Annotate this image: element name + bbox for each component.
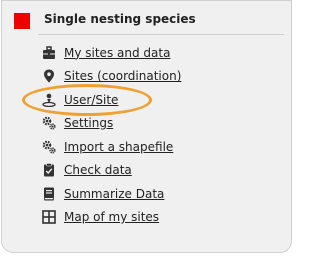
panel-header: Single nesting species	[14, 11, 196, 29]
user-location-icon	[42, 93, 56, 107]
menu-item-settings[interactable]: Settings	[42, 112, 181, 136]
menu-item-label[interactable]: Sites (coordination)	[64, 69, 181, 83]
menu-item-check-data[interactable]: Check data	[42, 159, 181, 183]
menu-item-sites-coordination[interactable]: Sites (coordination)	[42, 65, 181, 89]
book-icon	[42, 187, 56, 201]
clipboard-check-icon	[42, 163, 56, 177]
gears-icon	[42, 116, 56, 130]
menu-item-user-site[interactable]: User/Site	[42, 88, 181, 112]
menu-item-label[interactable]: Import a shapefile	[64, 140, 173, 154]
menu-item-label[interactable]: Settings	[64, 116, 113, 130]
header-divider	[38, 34, 284, 35]
menu-item-label[interactable]: My sites and data	[64, 46, 170, 60]
menu-item-import-shapefile[interactable]: Import a shapefile	[42, 135, 181, 159]
briefcase-icon	[42, 46, 56, 60]
species-panel: Single nesting species My sites and data	[1, 0, 292, 253]
menu-item-label[interactable]: Map of my sites	[64, 210, 159, 224]
species-color-marker	[14, 13, 30, 29]
gears-icon	[42, 140, 56, 154]
map-pin-icon	[42, 69, 56, 83]
menu-item-label[interactable]: Summarize Data	[64, 187, 164, 201]
menu-item-map-of-my-sites[interactable]: Map of my sites	[42, 206, 181, 230]
menu-item-my-sites-and-data[interactable]: My sites and data	[42, 41, 181, 65]
menu-item-summarize-data[interactable]: Summarize Data	[42, 182, 181, 206]
species-menu: My sites and data Sites (coordination) U…	[42, 41, 181, 229]
menu-item-label[interactable]: User/Site	[64, 93, 118, 107]
menu-item-label[interactable]: Check data	[64, 163, 132, 177]
grid-icon	[42, 210, 56, 225]
panel-title: Single nesting species	[44, 11, 196, 26]
